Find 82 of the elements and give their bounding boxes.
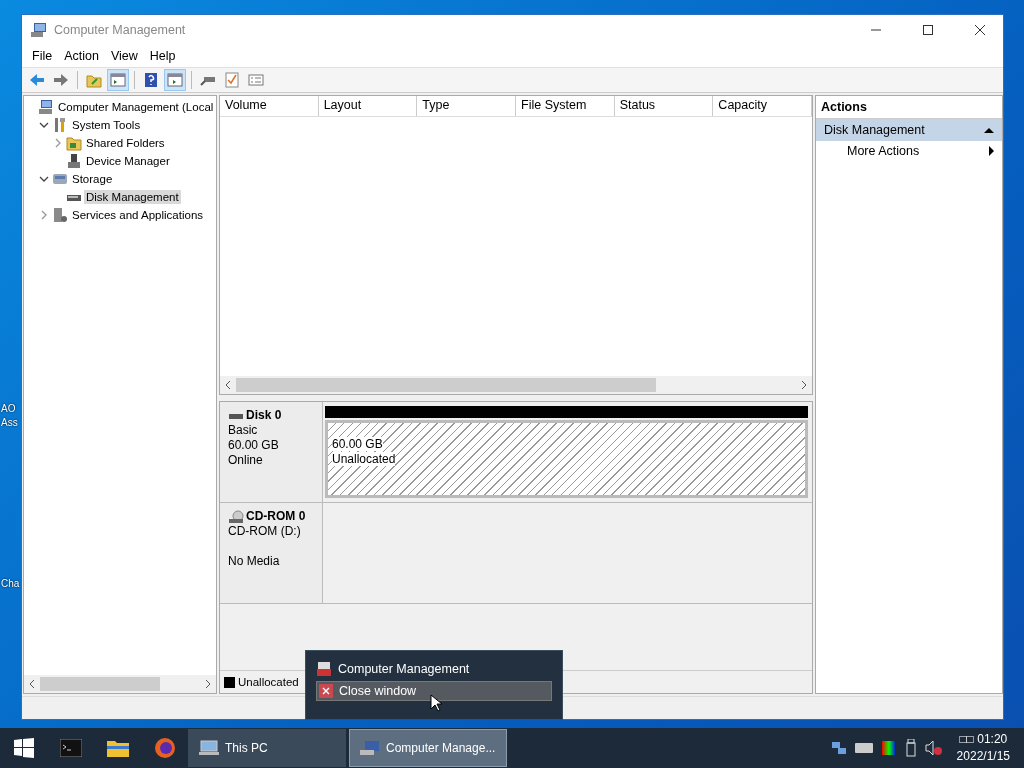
desktop-icon-label: Ass [1,417,18,428]
computer-management-icon [30,22,48,38]
computer-icon [38,99,54,115]
disk-status: No Media [228,554,281,569]
toolbar-button[interactable] [164,69,186,91]
back-arrow-icon [29,73,45,87]
computer-management-icon [316,661,332,677]
usb-drive-icon [904,739,917,757]
pane-icon [110,73,126,87]
desktop-icon-label: Cha [1,578,20,589]
disk-type: CD-ROM (D:) [228,524,302,539]
clock-date: 2022/1/15 [956,748,1010,765]
folder-icon [106,739,129,757]
column-header[interactable]: Layout [318,96,418,116]
pane-icon [167,73,183,87]
services-icon [52,207,68,223]
disk-name: Disk 0 [246,408,282,423]
cd-drive-icon [228,509,244,524]
disk-status: Online [228,453,264,468]
tree-item[interactable]: Shared Folders [84,136,167,150]
column-header[interactable]: Capacity [713,96,813,116]
horizontal-scrollbar[interactable] [24,675,216,693]
menu-item[interactable]: File [26,49,59,63]
tree-item[interactable]: Device Manager [84,154,172,168]
tree-item[interactable]: Computer Management (Local [56,100,216,114]
tree-item[interactable]: Storage [70,172,115,186]
chevron-left-icon [29,679,35,689]
storage-icon [52,171,68,187]
action-item[interactable]: More Actions [816,141,1002,161]
chevron-right-icon [205,679,211,689]
taskbar-window-button[interactable]: This PC [188,729,346,767]
menu-item[interactable]: View [104,49,144,63]
computer-management-icon [360,740,380,756]
monitor-icon [199,740,219,756]
color-display-icon [880,740,897,756]
close-window-item[interactable]: Close window [316,681,552,701]
actions-section[interactable]: Disk Management [816,119,1002,141]
help-icon [144,72,158,88]
folder-up-icon [86,72,102,88]
popup-title: Computer Management [338,662,470,676]
disk-drive-icon [228,411,244,420]
checklist-icon [225,72,239,88]
column-header[interactable]: Type [417,96,516,116]
tree-item[interactable]: Services and Applications [70,208,206,222]
taskbar-window-button[interactable]: Computer Manage... [349,729,507,767]
mouse-cursor-icon [430,694,442,712]
device-icon [66,153,82,169]
close-icon [975,25,985,35]
legend-label: Unallocated [238,676,299,688]
menu-item[interactable]: Help [143,49,182,63]
chevron-left-icon [225,380,231,390]
close-icon [319,684,333,698]
disk-type: Basic [228,423,259,438]
column-header[interactable]: Status [614,96,714,116]
shared-folder-icon [66,135,82,151]
disk-size: 60.00 GB [228,438,280,453]
toolbar-button[interactable] [107,69,129,91]
menu-item[interactable]: Action [58,49,105,63]
chevron-right-icon [801,380,807,390]
column-header[interactable]: Volume [220,96,319,116]
disk-name: CD-ROM 0 [246,509,306,524]
collapse-triangle-icon [984,127,994,133]
maximize-icon [923,25,933,35]
speaker-muted-icon [924,740,943,756]
column-header[interactable]: File System [516,96,615,116]
horizontal-scrollbar[interactable] [220,376,812,394]
desktop-icon-label: AO [1,403,16,414]
properties-icon [248,74,264,86]
tree-item[interactable]: System Tools [70,118,143,132]
connector-icon [200,74,216,86]
unallocated-partition[interactable]: 60.00 GB Unallocated [325,420,808,498]
submenu-triangle-icon [989,146,994,156]
window-title: Computer Management [54,23,187,37]
windows-logo-icon [13,738,34,758]
clock-time: □□ 01:20 [959,731,1008,748]
tree-item[interactable]: Disk Management [84,190,181,204]
tools-icon [52,117,68,133]
terminal-icon [59,739,82,757]
forward-arrow-icon [53,73,69,87]
keyboard-icon [854,742,873,754]
globe-icon [153,737,176,759]
network-icon [830,740,847,756]
